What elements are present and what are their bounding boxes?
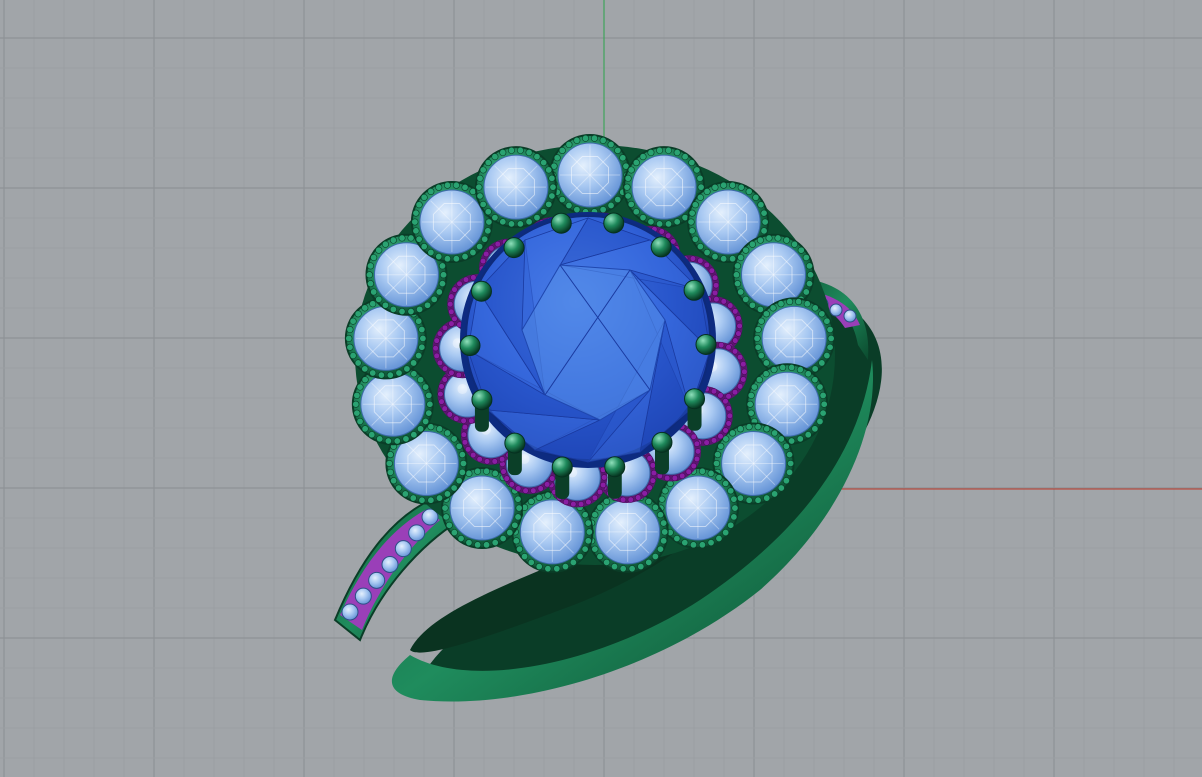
- prong-tip: [684, 388, 706, 410]
- pave-stone: [368, 571, 386, 589]
- 3d-viewport[interactable]: [0, 0, 1202, 777]
- prong-tip: [683, 279, 705, 301]
- prong-tip: [551, 456, 573, 478]
- pave-stone: [408, 524, 426, 542]
- pave-stone: [354, 587, 372, 605]
- prong-tip: [695, 333, 717, 355]
- prong-tip: [459, 335, 481, 357]
- prong-tip: [604, 456, 626, 478]
- prong-tip: [503, 237, 525, 259]
- prong-tip: [550, 212, 572, 234]
- viewport-canvas[interactable]: [0, 0, 1202, 777]
- pave-stone: [829, 303, 843, 317]
- prong-tip: [504, 432, 526, 454]
- pave-stone: [381, 556, 399, 573]
- pave-stone: [843, 309, 857, 323]
- prong-tip: [471, 389, 493, 411]
- ring-model[interactable]: [333, 134, 882, 702]
- prong-tip: [650, 236, 672, 258]
- center-stone: [460, 212, 716, 468]
- prong-tip: [470, 280, 492, 302]
- pave-stone: [341, 603, 359, 621]
- pave-stone: [394, 540, 412, 558]
- prong-tip: [651, 431, 673, 453]
- prong-tip: [603, 212, 625, 234]
